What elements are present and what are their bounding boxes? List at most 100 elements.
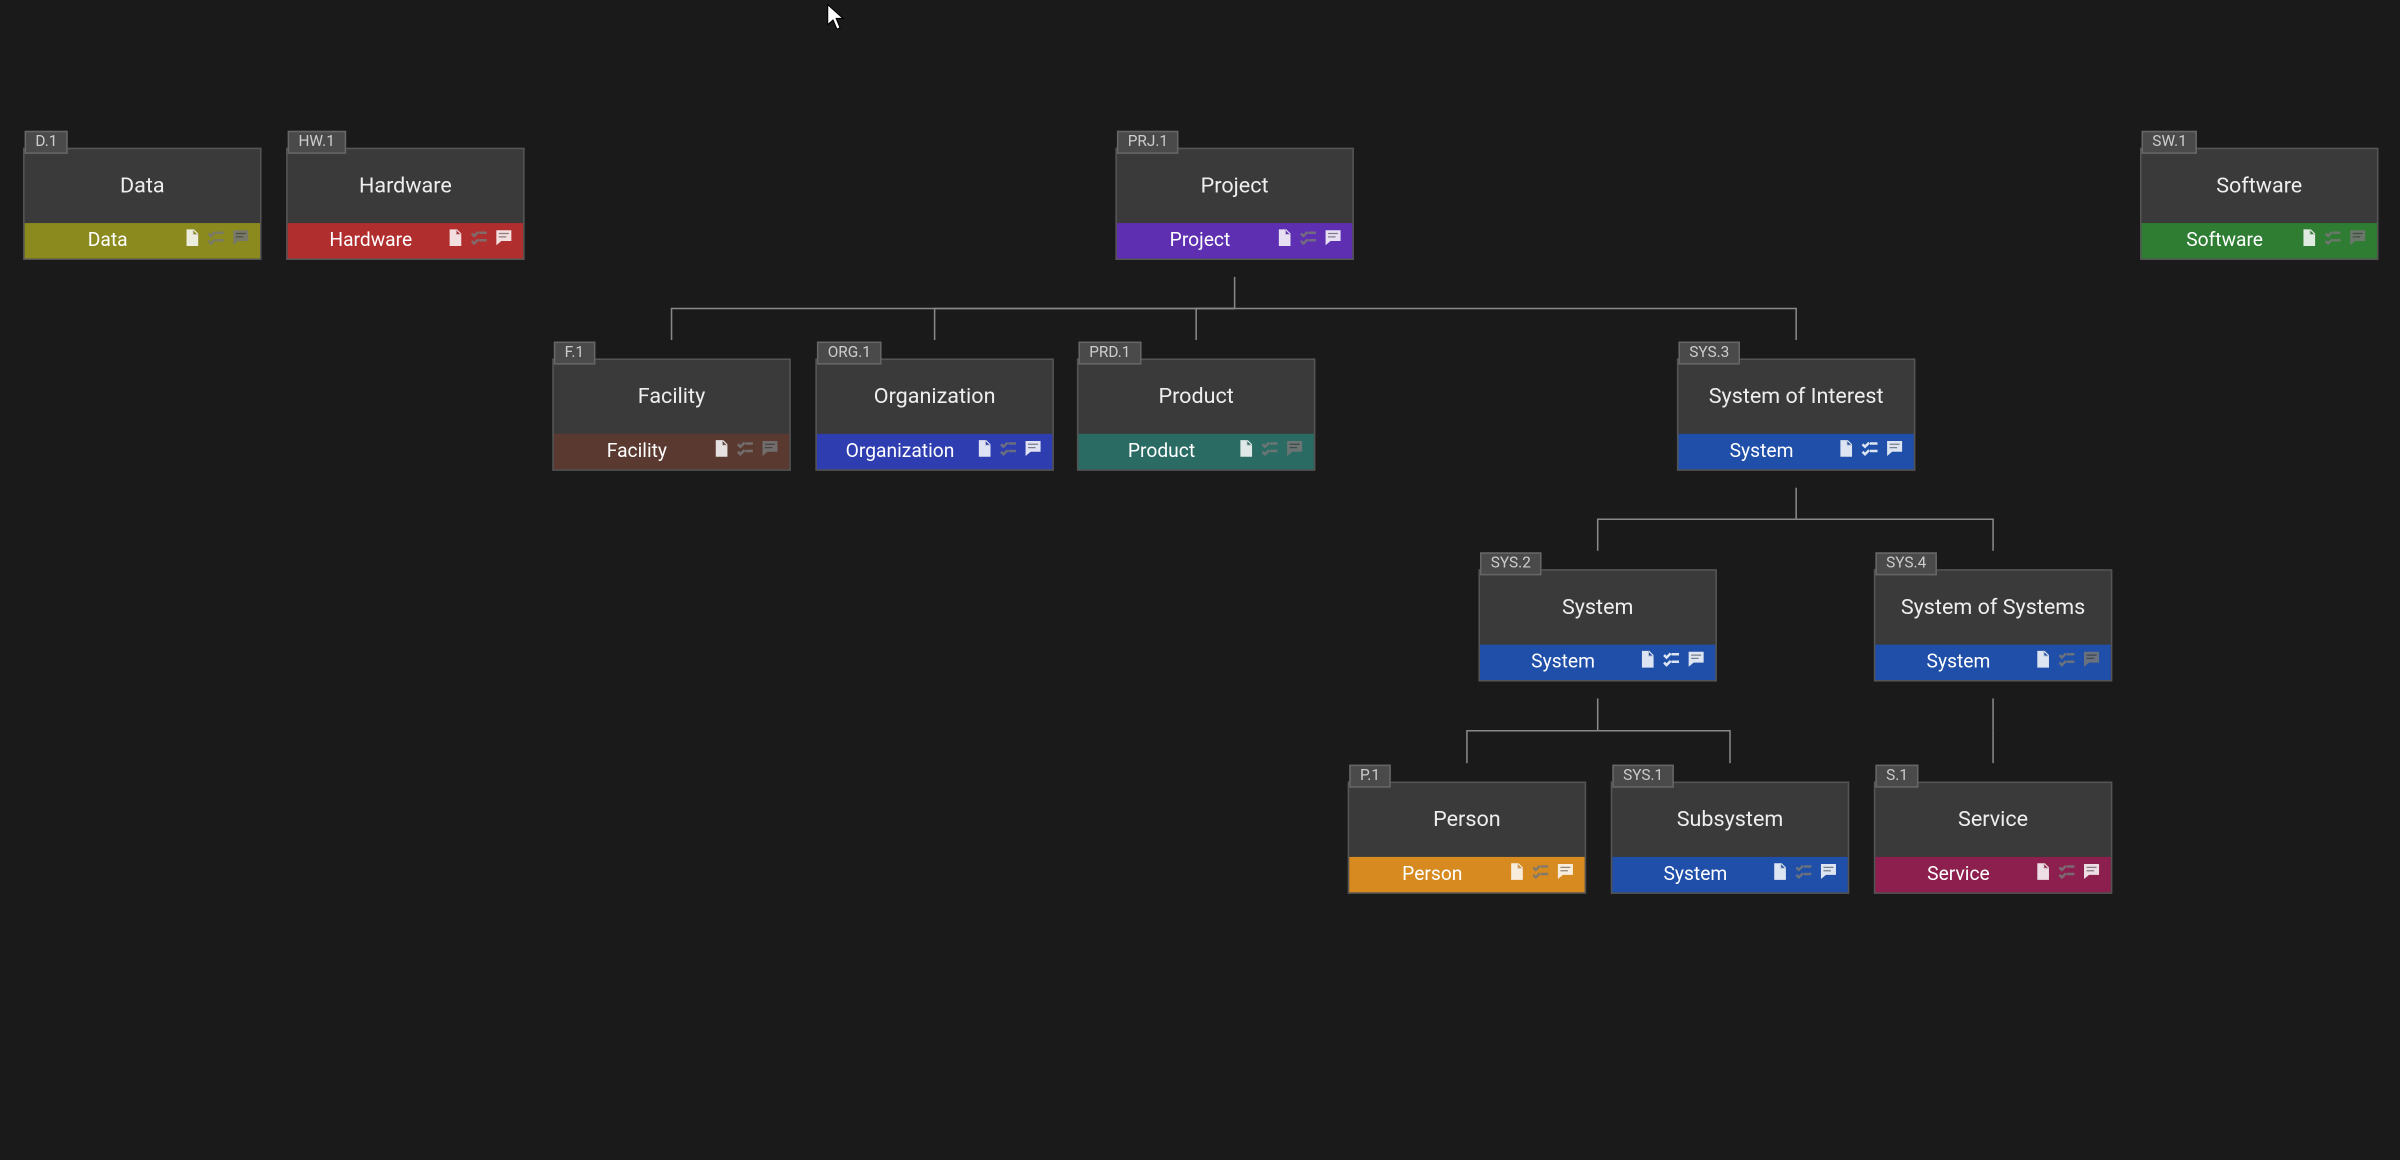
node-id-tag: PRJ.1 [1117,131,1179,154]
document-icon[interactable] [445,228,465,254]
node-footer-icons [974,438,1043,464]
node-sys2[interactable]: SYS.2SystemSystem [1478,569,1716,681]
document-icon[interactable] [2032,649,2052,675]
checklist-icon[interactable] [1794,862,1814,888]
node-type-label: Product [1088,440,1236,463]
node-id-tag: SW.1 [2142,131,2198,154]
checklist-icon[interactable] [735,438,755,464]
node-hardware[interactable]: HW.1HardwareHardware [286,148,524,260]
node-type-footer: System [1875,645,2110,680]
node-footer-icons [1637,649,1706,675]
node-type-footer: Hardware [288,223,523,258]
node-type-footer: System [1612,857,1847,892]
checklist-icon[interactable] [1860,438,1880,464]
node-type-footer: Product [1078,434,1313,469]
node-type-label: Data [34,229,182,252]
node-sys4[interactable]: SYS.4System of SystemsSystem [1874,569,2112,681]
document-icon[interactable] [1835,438,1855,464]
node-id-tag: ORG.1 [817,342,882,365]
comment-icon[interactable] [760,438,780,464]
node-footer-icons [1235,438,1304,464]
checklist-icon[interactable] [2057,649,2077,675]
node-id-tag: D.1 [25,131,69,154]
node-id-tag: HW.1 [288,131,346,154]
node-sys3[interactable]: SYS.3System of InterestSystem [1677,358,1915,470]
node-id-tag: SYS.3 [1678,342,1740,365]
comment-icon[interactable] [2082,649,2102,675]
node-id-tag: F.1 [554,342,595,365]
checklist-icon[interactable] [1531,862,1551,888]
checklist-icon[interactable] [1662,649,1682,675]
checklist-icon[interactable] [1298,228,1318,254]
document-icon[interactable] [182,228,202,254]
node-id-tag: PRD.1 [1078,342,1141,365]
document-icon[interactable] [2032,862,2052,888]
node-type-footer: System [1480,645,1715,680]
comment-icon[interactable] [2082,862,2102,888]
document-icon[interactable] [711,438,731,464]
comment-icon[interactable] [494,228,514,254]
node-title: System [1480,571,1715,645]
node-title: Service [1875,783,2110,857]
node-type-footer: System [1678,434,1913,469]
node-type-label: System [1489,651,1637,674]
comment-icon[interactable] [1686,649,1706,675]
document-icon[interactable] [1769,862,1789,888]
node-type-label: Project [1126,229,1274,252]
node-type-label: Person [1358,863,1506,886]
comment-icon[interactable] [1323,228,1343,254]
comment-icon[interactable] [231,228,251,254]
node-type-label: System [1885,651,2033,674]
comment-icon[interactable] [1885,438,1905,464]
checklist-icon[interactable] [998,438,1018,464]
checklist-icon[interactable] [469,228,489,254]
node-person[interactable]: P.1PersonPerson [1348,782,1586,894]
node-type-label: Organization [826,440,974,463]
node-id-tag: S.1 [1875,765,1918,788]
node-organization[interactable]: ORG.1OrganizationOrganization [815,358,1053,470]
node-type-label: System [1688,440,1836,463]
node-project[interactable]: PRJ.1ProjectProject [1115,148,1353,260]
checklist-icon[interactable] [2323,228,2343,254]
node-title: System of Systems [1875,571,2110,645]
document-icon[interactable] [1274,228,1294,254]
document-icon[interactable] [974,438,994,464]
node-footer-icons [2298,228,2367,254]
node-data[interactable]: D.1DataData [23,148,261,260]
checklist-icon[interactable] [1260,438,1280,464]
node-type-label: System [1622,863,1770,886]
node-software[interactable]: SW.1SoftwareSoftware [2140,148,2378,260]
comment-icon[interactable] [1555,862,1575,888]
node-type-footer: Data [25,223,260,258]
node-type-footer: Service [1875,857,2110,892]
document-icon[interactable] [1506,862,1526,888]
node-type-label: Software [2151,229,2299,252]
node-title: Hardware [288,149,523,223]
node-service[interactable]: S.1ServiceService [1874,782,2112,894]
comment-icon[interactable] [1023,438,1043,464]
node-footer-icons [1835,438,1904,464]
checklist-icon[interactable] [206,228,226,254]
node-footer-icons [2032,649,2101,675]
node-footer-icons [1769,862,1838,888]
node-type-footer: Organization [817,434,1052,469]
node-sys1[interactable]: SYS.1SubsystemSystem [1611,782,1849,894]
document-icon[interactable] [2298,228,2318,254]
document-icon[interactable] [1637,649,1657,675]
checklist-icon[interactable] [2057,862,2077,888]
node-footer-icons [711,438,780,464]
node-type-label: Facility [563,440,711,463]
comment-icon[interactable] [1818,862,1838,888]
node-type-label: Hardware [297,229,445,252]
node-type-footer: Software [2142,223,2377,258]
node-product[interactable]: PRD.1ProductProduct [1077,358,1315,470]
diagram-canvas[interactable]: D.1DataDataHW.1HardwareHardwarePRJ.1Proj… [0,0,2400,1160]
node-title: System of Interest [1678,360,1913,434]
comment-icon[interactable] [2348,228,2368,254]
node-id-tag: SYS.2 [1480,552,1542,575]
node-title: Facility [554,360,789,434]
document-icon[interactable] [1235,438,1255,464]
comment-icon[interactable] [1285,438,1305,464]
node-title: Person [1349,783,1584,857]
node-facility[interactable]: F.1FacilityFacility [552,358,790,470]
